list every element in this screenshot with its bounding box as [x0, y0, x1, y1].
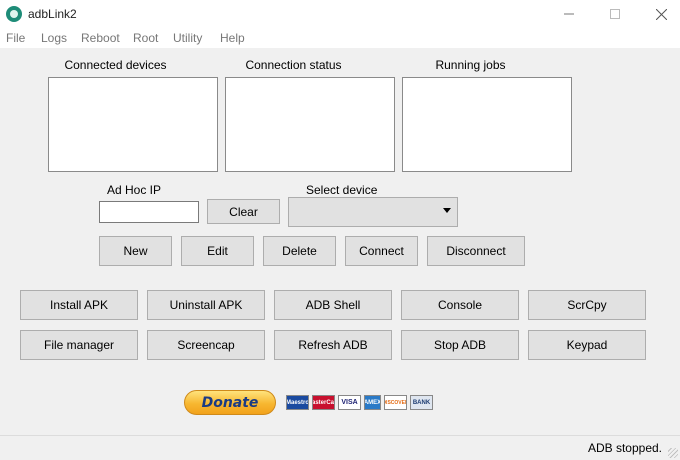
menu-file[interactable]: File [6, 31, 25, 45]
connection-status-label: Connection status [245, 58, 342, 72]
bank-icon: BANK [410, 395, 433, 410]
running-jobs-label: Running jobs [435, 58, 506, 72]
screencap-button[interactable]: Screencap [147, 330, 265, 360]
running-jobs-list[interactable] [402, 77, 572, 172]
status-bar: ADB stopped. [0, 435, 680, 460]
new-button[interactable]: New [99, 236, 172, 266]
uninstall-apk-button[interactable]: Uninstall APK [147, 290, 265, 320]
adhoc-ip-input[interactable] [99, 201, 199, 223]
console-button[interactable]: Console [401, 290, 519, 320]
file-manager-button[interactable]: File manager [20, 330, 138, 360]
connected-devices-label: Connected devices [64, 58, 167, 72]
select-device-label: Select device [306, 183, 378, 197]
minimize-icon[interactable] [546, 0, 592, 28]
menu-help[interactable]: Help [220, 31, 245, 45]
select-device-dropdown[interactable] [288, 197, 458, 227]
app-icon [6, 6, 22, 22]
adb-shell-button[interactable]: ADB Shell [274, 290, 392, 320]
discover-card-icon: DISCOVER [384, 395, 407, 410]
maximize-icon[interactable] [592, 0, 638, 28]
refresh-adb-button[interactable]: Refresh ADB [274, 330, 392, 360]
status-text: ADB stopped. [587, 441, 662, 455]
menu-reboot[interactable]: Reboot [81, 31, 120, 45]
connection-status-list[interactable] [225, 77, 395, 172]
resize-grip-icon[interactable] [668, 448, 678, 458]
install-apk-button[interactable]: Install APK [20, 290, 138, 320]
donate-button[interactable]: Donate [184, 390, 276, 415]
visa-card-icon: VISA [338, 395, 361, 410]
edit-button[interactable]: Edit [181, 236, 254, 266]
window-title: adbLink2 [28, 7, 77, 21]
amex-card-icon: AMEX [364, 395, 381, 410]
disconnect-button[interactable]: Disconnect [427, 236, 525, 266]
clear-button[interactable]: Clear [207, 199, 280, 224]
chevron-down-icon [443, 208, 451, 213]
scrcpy-button[interactable]: ScrCpy [528, 290, 646, 320]
maestro-card-icon: Maestro [286, 395, 309, 410]
menu-bar: File Logs Reboot Root Utility Help [0, 28, 680, 48]
adhoc-ip-label: Ad Hoc IP [107, 183, 162, 197]
connected-devices-list[interactable] [48, 77, 218, 172]
delete-button[interactable]: Delete [263, 236, 336, 266]
connect-button[interactable]: Connect [345, 236, 418, 266]
keypad-button[interactable]: Keypad [528, 330, 646, 360]
title-bar: adbLink2 [0, 0, 680, 28]
stop-adb-button[interactable]: Stop ADB [401, 330, 519, 360]
menu-utility[interactable]: Utility [173, 31, 202, 45]
close-icon[interactable] [638, 0, 680, 28]
mastercard-icon: MasterCard [312, 395, 335, 410]
menu-logs[interactable]: Logs [41, 31, 67, 45]
menu-root[interactable]: Root [133, 31, 158, 45]
